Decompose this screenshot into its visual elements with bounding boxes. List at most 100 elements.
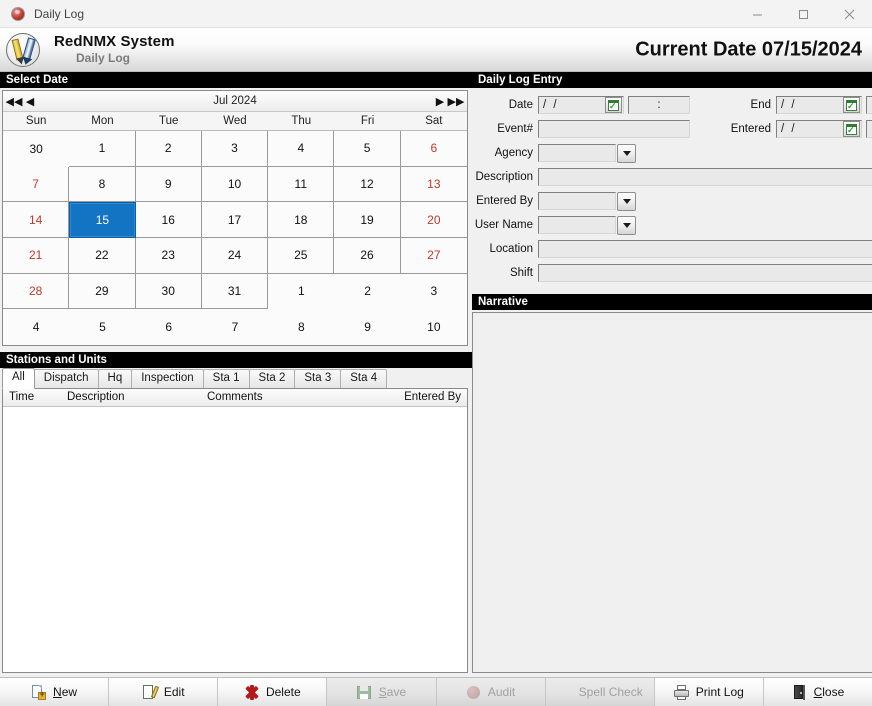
column-header-entered-by[interactable]: Entered By (381, 389, 467, 406)
calendar-day-cell[interactable]: 10 (201, 166, 269, 203)
print-log-button[interactable]: Print Log (654, 678, 764, 706)
user-name-combo[interactable] (538, 215, 636, 235)
calendar-day-cell[interactable]: 2 (135, 131, 202, 167)
log-entries-body[interactable] (3, 407, 467, 672)
calendar-day-cell[interactable]: 18 (268, 202, 335, 238)
maximize-icon[interactable] (780, 0, 826, 28)
calendar-day-cell[interactable]: 2 (334, 273, 401, 310)
tab-all[interactable]: All (2, 368, 35, 389)
calendar-day-cell[interactable]: 20 (400, 202, 467, 238)
event-number-input[interactable] (538, 120, 690, 138)
calendar-day-cell[interactable]: 4 (3, 309, 70, 345)
calendar-day-cell[interactable]: 24 (201, 238, 269, 274)
close-icon[interactable] (826, 0, 872, 28)
tab-sta-2[interactable]: Sta 2 (248, 369, 296, 388)
location-combo[interactable] (538, 240, 872, 259)
calendar-day-cell[interactable]: 7 (3, 166, 70, 203)
calendar-picker-icon[interactable] (605, 97, 622, 113)
calendar-day-cell[interactable]: 21 (3, 238, 70, 274)
calendar-day-cell[interactable]: 22 (69, 238, 136, 274)
chevron-down-icon[interactable] (617, 191, 636, 211)
agency-combo[interactable] (538, 143, 636, 163)
calendar-day-cell[interactable]: 31 (201, 273, 269, 310)
log-entries-list[interactable]: Time Description Comments Entered By (2, 388, 468, 673)
tab-sta-1[interactable]: Sta 1 (202, 369, 250, 388)
date-time-input[interactable]: : (628, 96, 690, 114)
entered-by-combo[interactable] (538, 191, 636, 211)
delete-label: Delete (265, 685, 301, 699)
spellcheck-icon (557, 685, 572, 700)
calendar-day-cell[interactable]: 30 (3, 131, 70, 167)
calendar-dow-thu: Thu (291, 115, 312, 127)
calendar-day-cell[interactable]: 29 (69, 273, 136, 310)
calendar-day-cell[interactable]: 11 (268, 166, 335, 203)
daily-log-window: Daily Log RedNMX System Daily Log Curren… (0, 0, 872, 706)
calendar-day-cell[interactable]: 13 (400, 166, 467, 203)
calendar-day-cell[interactable]: 14 (3, 202, 70, 238)
calendar-day-cell[interactable]: 7 (201, 309, 269, 345)
calendar-day-cell[interactable]: 3 (201, 131, 269, 167)
tab-dispatch[interactable]: Dispatch (33, 369, 99, 388)
calendar-day-cell[interactable]: 27 (400, 238, 467, 274)
column-header-description[interactable]: Description (61, 389, 201, 406)
calendar-day-cell[interactable]: 15 (69, 202, 136, 238)
new-button[interactable]: New (0, 678, 110, 706)
minimize-icon[interactable] (734, 0, 780, 28)
end-date-input[interactable]: / / (776, 96, 862, 114)
column-header-comments[interactable]: Comments (201, 389, 381, 406)
column-header-time[interactable]: Time (3, 389, 61, 406)
chevron-down-icon[interactable] (617, 215, 636, 235)
calendar-day-cell[interactable]: 16 (135, 202, 202, 238)
calendar-day-cell[interactable]: 12 (334, 166, 401, 203)
entered-time-input[interactable]: : (866, 120, 872, 138)
entered-by-input[interactable] (538, 192, 616, 210)
tab-inspection[interactable]: Inspection (131, 369, 204, 388)
calendar-day-cell[interactable]: 10 (400, 309, 467, 345)
chevron-down-icon[interactable] (617, 143, 636, 163)
description-combo[interactable] (538, 168, 872, 187)
calendar-day-cell[interactable]: 19 (334, 202, 401, 238)
window-title: Daily Log (34, 6, 85, 21)
location-input[interactable] (538, 240, 872, 258)
end-time-input[interactable]: : (866, 96, 872, 114)
edit-button[interactable]: Edit (109, 678, 219, 706)
calendar-dow-tue: Tue (159, 115, 179, 127)
tab-sta-4[interactable]: Sta 4 (340, 369, 388, 388)
calendar-day-cell[interactable]: 1 (69, 131, 136, 167)
tab-hq[interactable]: Hq (97, 369, 133, 388)
agency-input[interactable] (538, 144, 616, 162)
app-header: RedNMX System Daily Log Current Date 07/… (0, 28, 872, 72)
calendar-day-cell[interactable]: 5 (69, 309, 136, 345)
calendar-day-cell[interactable]: 28 (3, 273, 70, 310)
delete-button[interactable]: Delete (218, 678, 328, 706)
calendar-day-cell[interactable]: 6 (400, 131, 467, 167)
calendar-day-cell[interactable]: 30 (135, 273, 202, 310)
description-input[interactable] (538, 168, 872, 186)
calendar-day-cell[interactable]: 8 (69, 166, 136, 203)
calendar-day-cell[interactable]: 1 (268, 273, 335, 310)
calendar-day-cell[interactable]: 25 (268, 238, 335, 274)
calendar-day-cell[interactable]: 8 (268, 309, 335, 345)
calendar-day-cell[interactable]: 26 (334, 238, 401, 274)
shift-combo[interactable] (538, 264, 872, 283)
tab-sta-3[interactable]: Sta 3 (294, 369, 342, 388)
narrative-textarea[interactable] (473, 313, 872, 672)
close-button[interactable]: Close (763, 678, 872, 706)
calendar-day-cell[interactable]: 3 (400, 273, 467, 310)
form-row-date: Date / / : End / / : (472, 94, 872, 116)
date-input[interactable]: / / (538, 96, 624, 114)
calendar-day-cell[interactable]: 23 (135, 238, 202, 274)
entered-date-input[interactable]: / / (776, 120, 862, 138)
user-name-input[interactable] (538, 216, 616, 234)
calendar-picker-icon[interactable] (843, 97, 860, 113)
calendar-day-cell[interactable]: 9 (334, 309, 401, 345)
shift-input[interactable] (538, 264, 872, 282)
spell-check-label: Spell Check (578, 685, 643, 699)
calendar-day-cell[interactable]: 17 (201, 202, 269, 238)
calendar-day-cell[interactable]: 6 (135, 309, 202, 345)
calendar-picker-icon[interactable] (843, 121, 860, 137)
calendar-day-cell[interactable]: 9 (135, 166, 202, 203)
calendar-day-cell[interactable]: 4 (268, 131, 335, 167)
calendar-day-cell[interactable]: 5 (334, 131, 401, 167)
form-row-location: Location (472, 238, 872, 260)
